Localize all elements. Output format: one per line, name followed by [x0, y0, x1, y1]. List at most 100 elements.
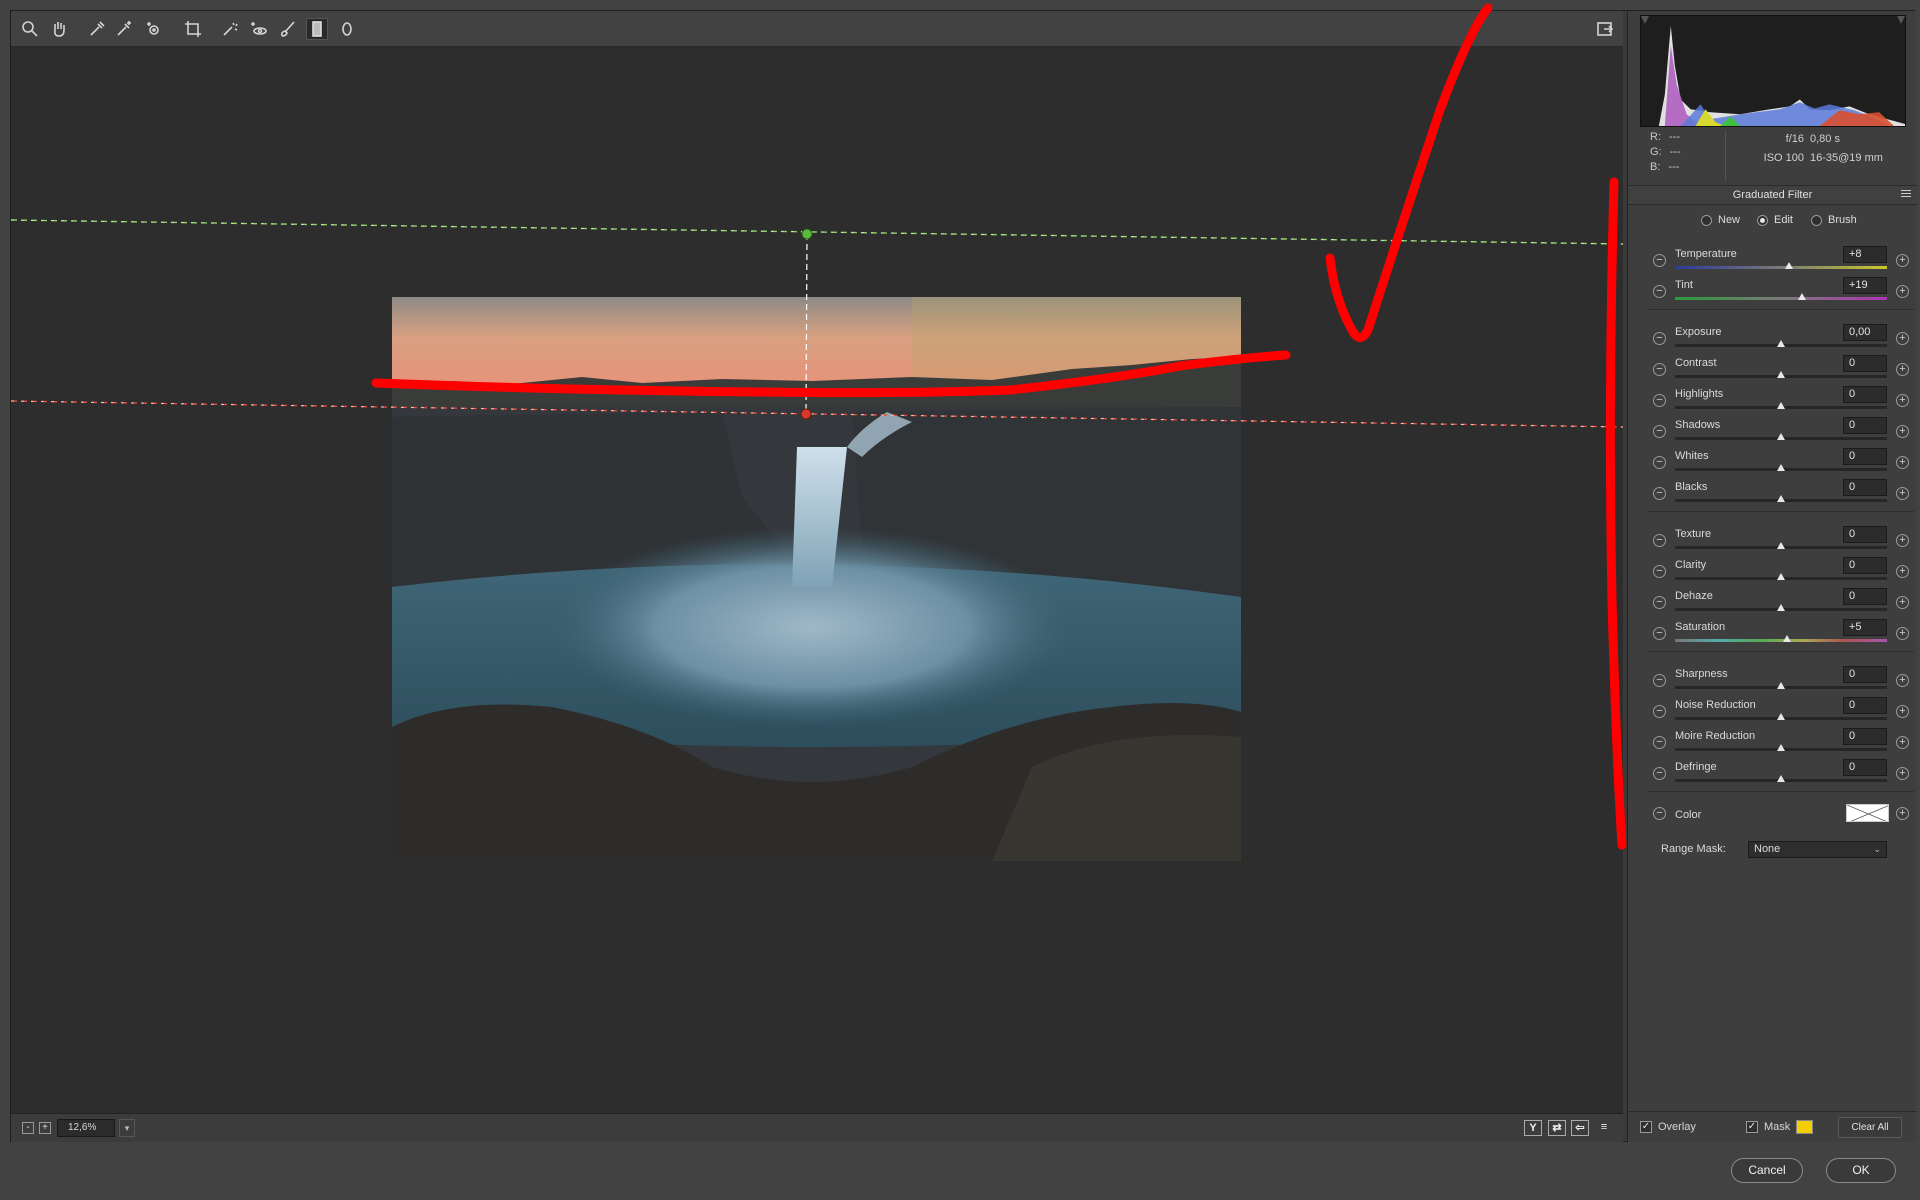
slider-thumb[interactable] — [1777, 542, 1785, 549]
slider-value-field[interactable]: +5 — [1843, 619, 1887, 636]
color-minus-icon[interactable]: − — [1653, 807, 1666, 820]
plus-icon[interactable]: + — [1896, 254, 1909, 267]
fullscreen-toggle-icon[interactable] — [1594, 18, 1616, 40]
slider-track[interactable] — [1675, 266, 1887, 269]
graduated-filter-icon[interactable] — [306, 18, 328, 40]
minus-icon[interactable]: − — [1653, 705, 1666, 718]
minus-icon[interactable]: − — [1653, 285, 1666, 298]
slider-track[interactable] — [1675, 639, 1887, 642]
preview-preferences-button[interactable]: ≡ — [1595, 1120, 1613, 1136]
slider-thumb[interactable] — [1777, 775, 1785, 782]
slider-thumb[interactable] — [1777, 573, 1785, 580]
slider-thumb[interactable] — [1783, 635, 1792, 642]
minus-icon[interactable]: − — [1653, 767, 1666, 780]
slider-value-field[interactable]: 0 — [1843, 697, 1887, 714]
cancel-button[interactable]: Cancel — [1731, 1158, 1803, 1183]
plus-icon[interactable]: + — [1896, 534, 1909, 547]
mode-new-radio[interactable]: New — [1701, 214, 1740, 226]
plus-icon[interactable]: + — [1896, 736, 1909, 749]
range-mask-select[interactable]: None ⌄ — [1748, 841, 1887, 858]
mask-color-swatch[interactable] — [1796, 1120, 1813, 1134]
plus-icon[interactable]: + — [1896, 425, 1909, 438]
minus-icon[interactable]: − — [1653, 456, 1666, 469]
minus-icon[interactable]: − — [1653, 534, 1666, 547]
slider-thumb[interactable] — [1777, 371, 1785, 378]
mode-edit-radio[interactable]: Edit — [1757, 214, 1793, 226]
slider-thumb[interactable] — [1777, 464, 1785, 471]
graduated-filter-overlay[interactable] — [11, 47, 1623, 1113]
mode-brush-radio[interactable]: Brush — [1811, 214, 1857, 226]
slider-value-field[interactable]: 0 — [1843, 588, 1887, 605]
minus-icon[interactable]: − — [1653, 487, 1666, 500]
slider-value-field[interactable]: 0 — [1843, 386, 1887, 403]
panel-menu-icon[interactable] — [1901, 190, 1911, 200]
plus-icon[interactable]: + — [1896, 363, 1909, 376]
swap-settings-button[interactable]: ⇄ — [1548, 1120, 1566, 1136]
zoom-out-button[interactable]: - — [22, 1122, 34, 1134]
color-sampler-icon[interactable] — [113, 18, 135, 40]
plus-icon[interactable]: + — [1896, 332, 1909, 345]
overlay-checkbox[interactable]: ✓ — [1640, 1121, 1652, 1133]
color-swatch[interactable] — [1846, 804, 1889, 822]
crop-icon[interactable] — [182, 18, 204, 40]
minus-icon[interactable]: − — [1653, 394, 1666, 407]
filter-end-pin[interactable] — [800, 408, 812, 420]
slider-value-field[interactable]: 0 — [1843, 479, 1887, 496]
slider-value-field[interactable]: 0 — [1843, 526, 1887, 543]
slider-thumb[interactable] — [1777, 402, 1785, 409]
slider-thumb[interactable] — [1777, 604, 1785, 611]
plus-icon[interactable]: + — [1896, 565, 1909, 578]
minus-icon[interactable]: − — [1653, 627, 1666, 640]
minus-icon[interactable]: − — [1653, 332, 1666, 345]
slider-thumb[interactable] — [1798, 293, 1807, 300]
slider-track[interactable] — [1675, 297, 1887, 300]
minus-icon[interactable]: − — [1653, 596, 1666, 609]
slider-thumb[interactable] — [1777, 744, 1785, 751]
slider-thumb[interactable] — [1777, 433, 1785, 440]
adjustment-brush-icon[interactable] — [277, 18, 299, 40]
filter-start-pin[interactable] — [801, 228, 813, 240]
clear-all-button[interactable]: Clear All — [1838, 1117, 1902, 1138]
plus-icon[interactable]: + — [1896, 285, 1909, 298]
filter-center-line[interactable] — [805, 233, 808, 415]
red-eye-icon[interactable] — [247, 18, 269, 40]
targeted-adjustment-icon[interactable] — [143, 18, 165, 40]
plus-icon[interactable]: + — [1896, 456, 1909, 469]
slider-thumb[interactable] — [1777, 682, 1785, 689]
copy-settings-button[interactable]: ⇦ — [1571, 1120, 1589, 1136]
plus-icon[interactable]: + — [1896, 674, 1909, 687]
zoom-dropdown-icon[interactable]: ▾ — [119, 1119, 135, 1137]
slider-value-field[interactable]: 0,00 — [1843, 324, 1887, 341]
zoom-level-field[interactable]: 12,6% — [57, 1119, 115, 1137]
slider-value-field[interactable]: +8 — [1843, 246, 1887, 263]
slider-value-field[interactable]: 0 — [1843, 448, 1887, 465]
mask-checkbox[interactable]: ✓ — [1746, 1121, 1758, 1133]
minus-icon[interactable]: − — [1653, 736, 1666, 749]
slider-value-field[interactable]: 0 — [1843, 417, 1887, 434]
plus-icon[interactable]: + — [1896, 394, 1909, 407]
slider-value-field[interactable]: 0 — [1843, 666, 1887, 683]
slider-value-field[interactable]: 0 — [1843, 728, 1887, 745]
zoom-tool-icon[interactable] — [19, 18, 41, 40]
slider-thumb[interactable] — [1785, 262, 1794, 269]
white-balance-icon[interactable] — [86, 18, 108, 40]
plus-icon[interactable]: + — [1896, 767, 1909, 780]
minus-icon[interactable]: − — [1653, 565, 1666, 578]
slider-value-field[interactable]: 0 — [1843, 355, 1887, 372]
plus-icon[interactable]: + — [1896, 596, 1909, 609]
slider-value-field[interactable]: 0 — [1843, 557, 1887, 574]
slider-thumb[interactable] — [1777, 495, 1785, 502]
plus-icon[interactable]: + — [1896, 705, 1909, 718]
slider-value-field[interactable]: 0 — [1843, 759, 1887, 776]
view-toggle-button[interactable]: Y — [1524, 1120, 1542, 1136]
minus-icon[interactable]: − — [1653, 425, 1666, 438]
slider-value-field[interactable]: +19 — [1843, 277, 1887, 294]
image-canvas[interactable] — [11, 47, 1623, 1113]
plus-icon[interactable]: + — [1896, 627, 1909, 640]
ok-button[interactable]: OK — [1826, 1158, 1896, 1183]
minus-icon[interactable]: − — [1653, 674, 1666, 687]
radial-filter-icon[interactable] — [336, 18, 358, 40]
slider-thumb[interactable] — [1777, 340, 1785, 347]
hand-tool-icon[interactable] — [48, 18, 70, 40]
zoom-in-button[interactable]: + — [39, 1122, 51, 1134]
